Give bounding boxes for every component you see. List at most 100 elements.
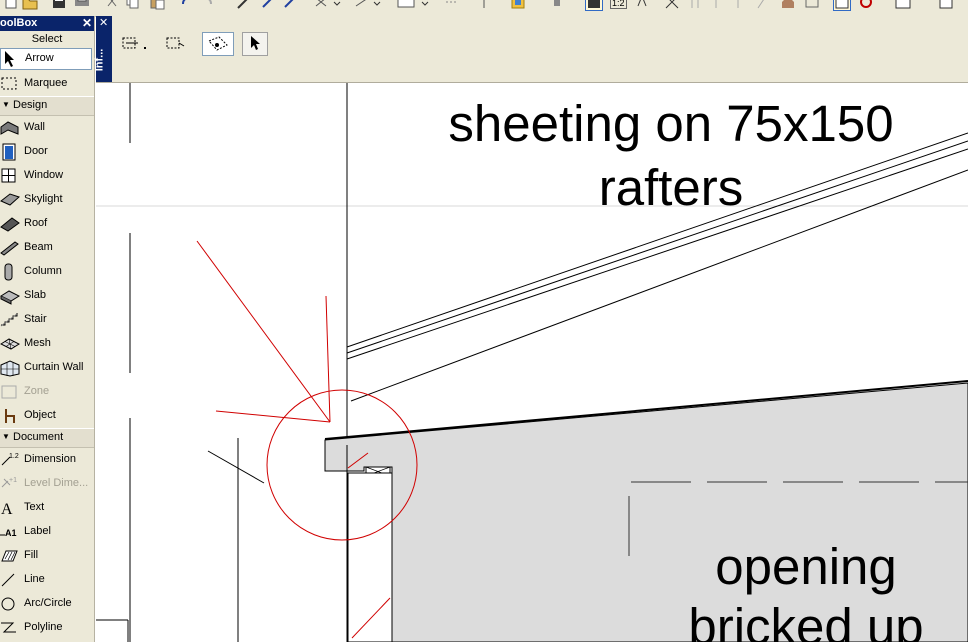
tool-arc-circle[interactable]: Arc/Circle [0, 592, 94, 616]
tool-fill[interactable]: Fill [0, 544, 94, 568]
tool-label: Object [24, 409, 56, 421]
arrow-pointer-icon[interactable] [242, 32, 268, 56]
break-line [207, 450, 265, 484]
tool-mesh[interactable]: Mesh [0, 332, 94, 356]
tool-column[interactable]: Column [0, 260, 94, 284]
3d-view-icon[interactable] [858, 0, 874, 10]
svg-text:A: A [1, 501, 13, 517]
tool-label: Zone [24, 385, 50, 397]
tool-label: Line [24, 573, 45, 585]
design-group-header[interactable]: ▼ Design [0, 96, 94, 116]
tool-label: Fill [24, 549, 39, 561]
scale-label[interactable]: 1:2 [610, 0, 627, 9]
tool-label[interactable]: A1 Label [0, 520, 94, 544]
tool-object[interactable]: Object [0, 404, 94, 428]
tool-door[interactable]: Door [0, 140, 94, 164]
floor-plan-icon[interactable] [833, 0, 851, 11]
tool-label: Dimension [24, 453, 76, 465]
geometry-method-rectangle-icon[interactable] [164, 32, 198, 54]
tool-wall[interactable]: Wall [0, 116, 94, 140]
info-box-palette: ✕ Inf... [93, 16, 968, 83]
toolbox-title: oolBox [0, 17, 38, 29]
svg-text:1.2: 1.2 [9, 453, 19, 460]
tool-beam[interactable]: Beam [0, 236, 94, 260]
tool-line[interactable]: Line [0, 568, 94, 592]
pin-icon[interactable] [478, 0, 490, 10]
document-group-header[interactable]: ▼ Document [0, 428, 94, 448]
tool-label: Curtain Wall [24, 361, 84, 373]
geometry-method-rotated-icon[interactable] [202, 32, 234, 56]
syringe-icon[interactable] [282, 0, 298, 10]
info-box-title-bar[interactable]: ✕ Inf... [93, 16, 112, 82]
text-style-icon[interactable] [636, 0, 648, 10]
offset-icon[interactable] [756, 0, 768, 10]
tool-label: Mesh [24, 337, 51, 349]
door-icon [0, 143, 20, 161]
group-label: Design [13, 99, 48, 111]
arc-circle-icon [0, 595, 20, 613]
snap-guide-icon[interactable] [352, 0, 382, 10]
collapse-triangle-icon: ▼ [2, 432, 10, 441]
select-group-header: Select [31, 33, 63, 45]
scale-display-icon[interactable] [585, 0, 603, 11]
house-icon[interactable] [780, 0, 796, 10]
cut-icon[interactable] [106, 0, 118, 10]
mirror-icon[interactable] [710, 0, 722, 10]
save-icon[interactable] [52, 0, 66, 10]
open-folder-icon[interactable] [22, 0, 38, 10]
paste-icon[interactable] [150, 0, 166, 10]
publisher-icon[interactable] [938, 0, 956, 10]
tool-arrow[interactable]: Arrow [0, 48, 92, 70]
close-icon[interactable]: ✕ [99, 16, 108, 29]
eyedropper-icon[interactable] [260, 0, 276, 10]
curtain-wall-icon [0, 359, 20, 377]
tool-zone[interactable]: Zone [0, 380, 94, 404]
column-icon [0, 263, 20, 281]
gravity-icon[interactable] [312, 0, 342, 10]
main-toolbar: 1:2 [0, 0, 968, 17]
tool-label: Beam [24, 241, 53, 253]
toolbox-palette: oolBox ✕ Select Arrow Marquee ▼ Design W… [0, 16, 95, 642]
drawing-canvas[interactable]: sheeting on 75x150 rafters opening brick… [96, 83, 968, 642]
layers-dots-icon[interactable] [444, 0, 460, 10]
elevate-icon[interactable] [732, 0, 744, 10]
svg-text:+1: +1 [9, 477, 17, 484]
tool-level-dimension[interactable]: +1 Level Dime... [0, 472, 94, 496]
close-icon[interactable]: ✕ [82, 16, 92, 30]
drag-icon[interactable] [664, 0, 680, 10]
tool-text[interactable]: A Text [0, 496, 94, 520]
camera-icon[interactable] [804, 0, 820, 10]
tool-label: Roof [24, 217, 48, 229]
rotate-icon[interactable] [688, 0, 702, 10]
roof-note-line1: sheeting on 75x150 [448, 95, 894, 152]
geometry-method-polygon-icon[interactable] [120, 32, 154, 54]
tool-skylight[interactable]: Skylight [0, 188, 94, 212]
layout-book-icon[interactable] [894, 0, 912, 10]
tool-marquee[interactable]: Marquee [0, 72, 94, 96]
undo-icon[interactable] [180, 0, 194, 10]
pen-set-icon[interactable] [510, 0, 526, 10]
roof-note-line2: rafters [598, 159, 744, 217]
mesh-icon [0, 335, 21, 353]
print-icon[interactable] [74, 0, 90, 10]
copy-icon[interactable] [126, 0, 140, 10]
grid-snap-icon[interactable] [396, 0, 430, 10]
tool-slab[interactable]: Slab [0, 284, 94, 308]
tool-polyline[interactable]: Polyline [0, 616, 94, 640]
redo-icon[interactable] [200, 0, 214, 10]
magic-wand-icon[interactable] [236, 0, 252, 10]
tint-icon[interactable] [552, 0, 562, 10]
tool-curtain-wall[interactable]: Curtain Wall [0, 356, 94, 380]
polyline-icon [0, 619, 20, 637]
toolbox-title-bar[interactable]: oolBox ✕ [0, 16, 94, 31]
new-file-icon[interactable] [4, 0, 18, 10]
tool-window[interactable]: Window [0, 164, 94, 188]
opening-note-line2: bricked up [688, 598, 924, 642]
tool-roof[interactable]: Roof [0, 212, 94, 236]
annotation-arrow [325, 295, 331, 423]
tool-dimension[interactable]: 1.2 Dimension [0, 448, 94, 472]
level-dimension-icon: +1 [0, 475, 20, 493]
tool-stair[interactable]: Stair [0, 308, 94, 332]
window-icon [0, 167, 20, 185]
marquee-icon [0, 75, 20, 93]
